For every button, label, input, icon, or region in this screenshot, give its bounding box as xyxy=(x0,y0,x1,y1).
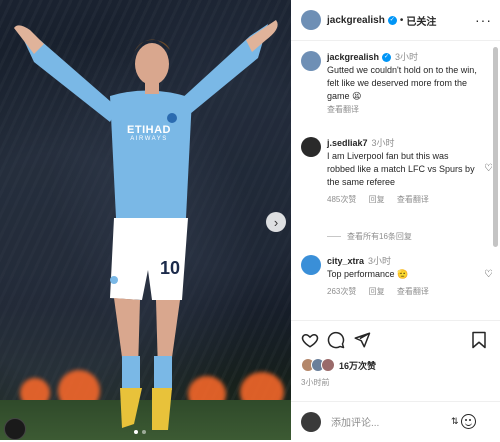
comment-text: I am Liverpool fan but this was robbed l… xyxy=(327,151,475,187)
input-mode-toggle-icon[interactable]: ⇅ xyxy=(451,416,459,427)
shirt-sponsor: ETIHAD AIRWAYS xyxy=(118,124,180,142)
reply-button[interactable]: 回复 xyxy=(369,287,385,296)
avatar[interactable] xyxy=(4,418,26,440)
scrollbar-thumb[interactable] xyxy=(493,47,498,247)
comment-username[interactable]: jackgrealish xyxy=(327,52,379,62)
action-bar xyxy=(301,331,487,351)
post-side-panel: jackgrealish ✓ • 已关注 ··· jackgrealish ✓ 3小… xyxy=(291,0,500,440)
carousel-indicator xyxy=(134,430,146,434)
share-icon[interactable] xyxy=(353,331,371,349)
scrollbar[interactable] xyxy=(493,41,498,319)
carousel-dot-active xyxy=(134,430,138,434)
comment-text: Top performance 🫡 xyxy=(327,269,409,279)
post-timestamp: 3小时前 xyxy=(301,378,330,387)
comment-username[interactable]: j.sedliak7 xyxy=(327,138,368,148)
heart-icon[interactable] xyxy=(301,331,319,349)
view-replies-button[interactable]: 查看所有16条回复 xyxy=(327,231,412,242)
post-actions: 16万次赞 3小时前 ⇅ xyxy=(291,320,500,441)
header-username[interactable]: jackgrealish xyxy=(327,15,385,26)
player-figure xyxy=(14,20,278,430)
verified-badge-icon: ✓ xyxy=(387,15,397,25)
next-image-button[interactable]: › xyxy=(266,212,286,232)
comment-likes-count[interactable]: 263次赞 xyxy=(327,287,356,296)
instagram-post-modal: ETIHAD AIRWAYS 10 › jackgrealish ✓ • 已关注… xyxy=(0,0,500,440)
likes-count[interactable]: 16万次赞 xyxy=(339,359,376,372)
reply-button[interactable]: 回复 xyxy=(369,195,385,204)
add-comment-bar: ⇅ xyxy=(291,401,500,442)
shirt-sponsor-line1: ETIHAD xyxy=(127,124,171,136)
comment-time: 3小时 xyxy=(368,256,392,266)
follow-status-button[interactable]: 已关注 xyxy=(406,13,436,28)
liker-avatars xyxy=(301,358,335,372)
comment-time: 3小时 xyxy=(371,138,395,148)
comment-icon[interactable] xyxy=(327,331,345,349)
emoji-icon[interactable] xyxy=(461,414,476,429)
add-comment-input[interactable] xyxy=(329,414,453,432)
avatar[interactable] xyxy=(301,51,321,71)
shorts-number: 10 xyxy=(160,258,181,278)
see-translation-link[interactable]: 查看翻译 xyxy=(397,287,429,296)
post-header: jackgrealish ✓ • 已关注 ··· xyxy=(291,0,500,41)
avatar xyxy=(301,412,321,432)
comment-text: Gutted we couldn't hold on to the win, f… xyxy=(327,65,477,101)
likes-summary[interactable]: 16万次赞 xyxy=(301,357,376,373)
bookmark-icon[interactable] xyxy=(471,331,487,349)
comment-likes-count[interactable]: 485次赞 xyxy=(327,195,356,204)
comment-time: 3小时 xyxy=(395,52,419,62)
avatar[interactable] xyxy=(301,137,321,157)
avatar[interactable] xyxy=(301,10,321,30)
view-replies-label: 查看所有16条回复 xyxy=(347,232,412,241)
like-comment-heart-icon[interactable]: ♡ xyxy=(484,163,492,174)
separator: • xyxy=(399,14,404,26)
chevron-right-icon: › xyxy=(273,214,279,230)
shirt-sponsor-line2: AIRWAYS xyxy=(130,136,168,142)
avatar[interactable] xyxy=(301,255,321,275)
divider xyxy=(327,236,341,237)
comments-list[interactable]: jackgrealish ✓ 3小时 Gutted we couldn't hold… xyxy=(291,41,492,319)
like-comment-heart-icon[interactable]: ♡ xyxy=(484,269,492,280)
see-translation-link[interactable]: 查看翻译 xyxy=(397,195,429,204)
see-translation-link[interactable]: 查看翻译 xyxy=(327,105,359,114)
verified-badge-icon: ✓ xyxy=(382,53,392,63)
carousel-dot xyxy=(142,430,146,434)
comment-username[interactable]: city_xtra xyxy=(327,256,364,266)
more-options-icon[interactable]: ··· xyxy=(475,12,492,28)
post-image[interactable]: ETIHAD AIRWAYS 10 › xyxy=(0,0,291,440)
avatar xyxy=(321,358,335,372)
